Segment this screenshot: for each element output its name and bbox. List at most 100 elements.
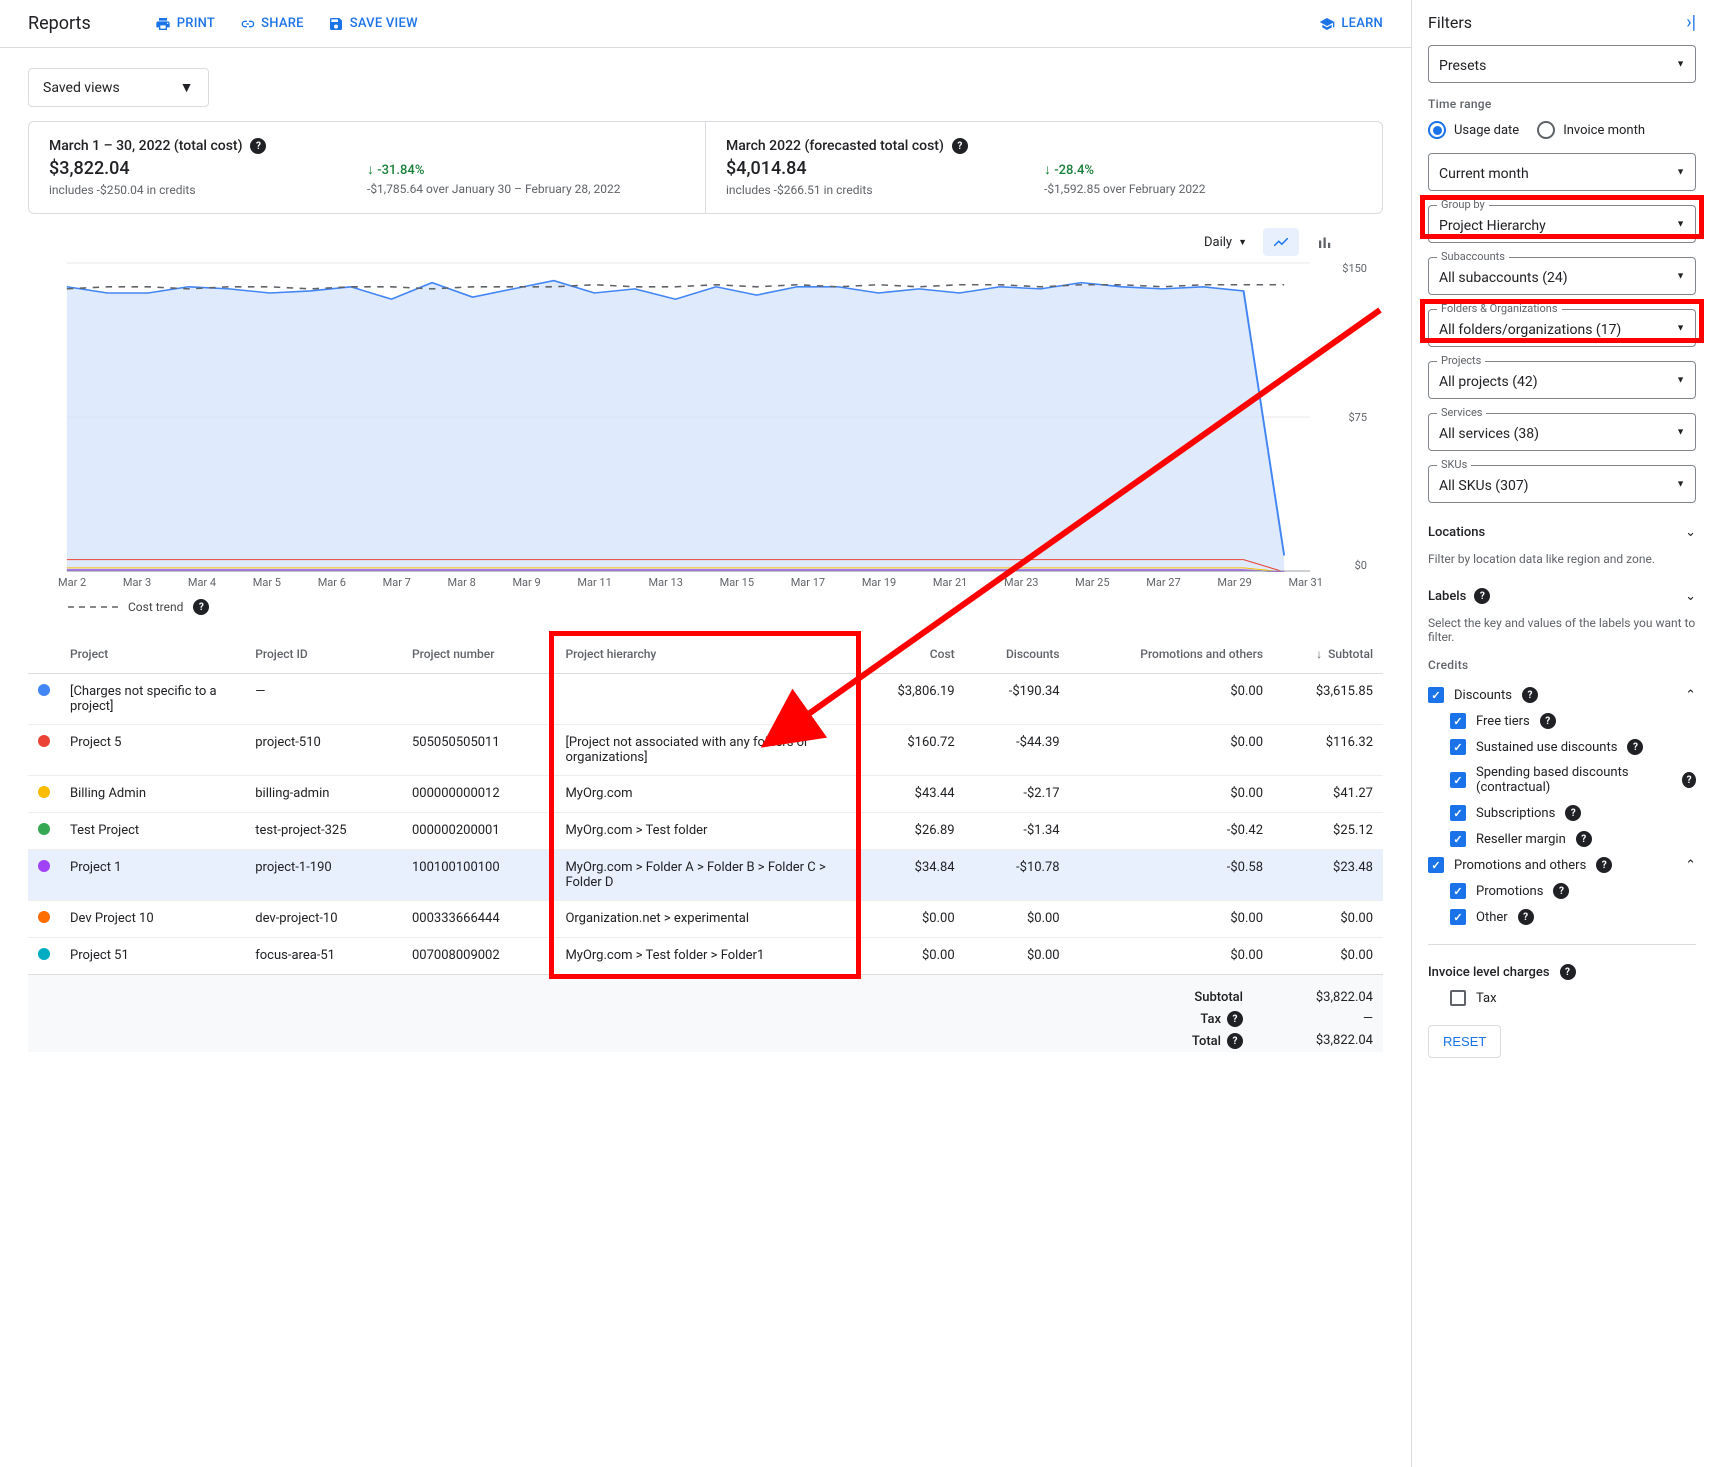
granularity-dropdown[interactable]: Daily ▼ [1196, 231, 1255, 254]
col-project[interactable]: Project [60, 635, 245, 674]
help-icon[interactable]: ? [1627, 739, 1643, 755]
col-project-hierarchy[interactable]: Project hierarchy [555, 635, 854, 674]
checkbox-item[interactable]: Free tiers ? [1450, 708, 1696, 734]
time-range-label: Time range [1428, 97, 1696, 111]
reset-button[interactable]: RESET [1428, 1025, 1501, 1058]
card-sub: includes -$250.04 in credits [49, 183, 367, 197]
subaccounts-dropdown[interactable]: Subaccounts All subaccounts (24) [1428, 257, 1696, 295]
col-discounts[interactable]: Discounts [965, 635, 1070, 674]
summary-card-actual: March 1 – 30, 2022 (total cost) ? $3,822… [29, 122, 705, 213]
services-dropdown[interactable]: Services All services (38) [1428, 413, 1696, 451]
time-range-radios: Usage date Invoice month [1428, 121, 1696, 139]
print-button[interactable]: PRINT [155, 16, 215, 32]
help-icon[interactable]: ? [1682, 772, 1696, 788]
chart-type-bar[interactable] [1307, 228, 1343, 256]
dashed-line-icon [68, 606, 118, 608]
chevron-up-icon: ⌃ [1685, 688, 1696, 703]
cell-subtotal: $0.00 [1273, 938, 1383, 975]
cell-promotions: $0.00 [1070, 776, 1273, 813]
checkbox-item[interactable]: Other ? [1450, 904, 1696, 930]
collapse-icon[interactable]: ›| [1686, 12, 1696, 33]
card-compare: -$1,785.64 over January 30 – February 28… [367, 182, 685, 196]
help-icon[interactable]: ? [1227, 1033, 1243, 1049]
tax-checkbox[interactable]: Tax [1450, 985, 1696, 1011]
labels-expand[interactable]: Labels? ⌄ [1428, 580, 1696, 612]
help-icon[interactable]: ? [1227, 1011, 1243, 1027]
cell-discounts: -$190.34 [965, 674, 1070, 725]
checkbox-item[interactable]: Promotions ? [1450, 878, 1696, 904]
col-subtotal[interactable]: ↓ Subtotal [1273, 635, 1383, 674]
skus-dropdown[interactable]: SKUs All SKUs (307) [1428, 465, 1696, 503]
chart-type-line[interactable] [1263, 228, 1299, 256]
share-button[interactable]: SHARE [239, 16, 304, 32]
help-icon[interactable]: ? [1474, 588, 1490, 604]
chevron-down-icon: ⌄ [1685, 525, 1696, 540]
radio-usage-date[interactable]: Usage date [1428, 121, 1519, 139]
checkbox-icon [1450, 772, 1466, 788]
saved-views-dropdown[interactable]: Saved views ▼ [28, 68, 209, 107]
col-cost[interactable]: Cost [855, 635, 965, 674]
help-icon[interactable]: ? [193, 599, 209, 615]
checkbox-icon [1450, 909, 1466, 925]
x-tick: Mar 15 [720, 576, 754, 589]
help-icon[interactable]: ? [1576, 831, 1592, 847]
learn-button[interactable]: LEARN [1319, 16, 1383, 32]
table-row[interactable]: Billing Admin billing-admin 000000000012… [28, 776, 1383, 813]
cell-promotions: $0.00 [1070, 725, 1273, 776]
table-row[interactable]: Project 5 project-510 505050505011 [Proj… [28, 725, 1383, 776]
table-row[interactable]: Dev Project 10 dev-project-10 0003336664… [28, 901, 1383, 938]
help-icon[interactable]: ? [1565, 805, 1581, 821]
checkbox-item[interactable]: Reseller margin ? [1450, 826, 1696, 852]
checkbox-item[interactable]: Sustained use discounts ? [1450, 734, 1696, 760]
series-dot [38, 860, 50, 872]
radio-invoice-month[interactable]: Invoice month [1537, 121, 1645, 139]
cell-discounts: $0.00 [965, 901, 1070, 938]
presets-dropdown[interactable]: Presets [1428, 45, 1696, 83]
help-icon[interactable]: ? [1560, 964, 1576, 980]
x-tick: Mar 29 [1217, 576, 1251, 589]
cell-project-number: 505050505011 [402, 725, 555, 776]
table-row[interactable]: Test Project test-project-325 0000002000… [28, 813, 1383, 850]
group-by-dropdown[interactable]: Group by Project Hierarchy [1428, 205, 1696, 243]
checkbox-icon [1428, 687, 1444, 703]
help-icon[interactable]: ? [1518, 909, 1534, 925]
col-project-number[interactable]: Project number [402, 635, 555, 674]
arrow-down-icon: ↓ [1044, 162, 1051, 178]
table-row[interactable]: Project 51 focus-area-51 007008009002 My… [28, 938, 1383, 975]
y-tick: $75 [1348, 411, 1367, 424]
cell-project: Dev Project 10 [60, 901, 245, 938]
table-row[interactable]: [Charges not specific to a project] — $3… [28, 674, 1383, 725]
help-icon[interactable]: ? [250, 138, 266, 154]
filters-panel: Filters ›| Presets Time range Usage date… [1412, 0, 1712, 1467]
locations-expand[interactable]: Locations ⌄ [1428, 517, 1696, 548]
cell-hierarchy: Organization.net > experimental [555, 901, 854, 938]
promotions-toggle[interactable]: Promotions and others ? ⌃ [1428, 852, 1696, 878]
summary-cards: March 1 – 30, 2022 (total cost) ? $3,822… [28, 121, 1383, 214]
invoice-charges-label: Invoice level charges ? [1428, 959, 1696, 985]
discounts-toggle[interactable]: Discounts ? ⌃ [1428, 682, 1696, 708]
cell-project: Billing Admin [60, 776, 245, 813]
checkbox-item[interactable]: Subscriptions ? [1450, 800, 1696, 826]
save-view-button[interactable]: SAVE VIEW [328, 16, 418, 32]
filters-header: Filters ›| [1428, 12, 1696, 33]
table-row[interactable]: Project 1 project-1-190 100100100100 MyO… [28, 850, 1383, 901]
cell-discounts: -$10.78 [965, 850, 1070, 901]
checkbox-icon [1450, 883, 1466, 899]
help-icon[interactable]: ? [1522, 687, 1538, 703]
help-icon[interactable]: ? [1596, 857, 1612, 873]
cell-cost: $3,806.19 [855, 674, 965, 725]
help-icon[interactable]: ? [1540, 713, 1556, 729]
time-range-dropdown[interactable]: Current month [1428, 153, 1696, 191]
checkbox-item[interactable]: Spending based discounts (contractual) ? [1450, 760, 1696, 800]
card-pct: -28.4% [1054, 163, 1094, 178]
learn-icon [1319, 16, 1335, 32]
folders-dropdown[interactable]: Folders & Organizations All folders/orga… [1428, 309, 1696, 347]
cell-subtotal: $3,615.85 [1273, 674, 1383, 725]
projects-dropdown[interactable]: Projects All projects (42) [1428, 361, 1696, 399]
col-project-id[interactable]: Project ID [245, 635, 402, 674]
x-tick: Mar 11 [577, 576, 611, 589]
col-promotions[interactable]: Promotions and others [1070, 635, 1273, 674]
chart-controls: Daily ▼ [28, 214, 1383, 262]
help-icon[interactable]: ? [952, 138, 968, 154]
help-icon[interactable]: ? [1553, 883, 1569, 899]
